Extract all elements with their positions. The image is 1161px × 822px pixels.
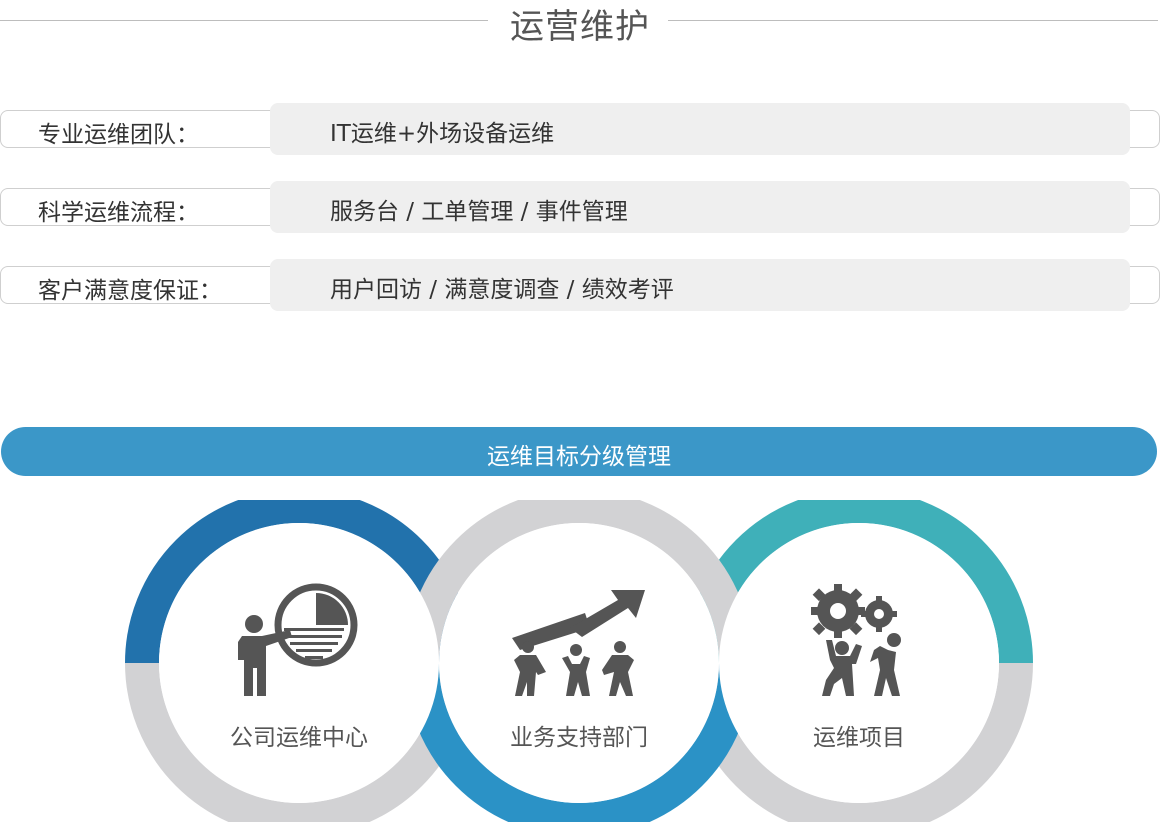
ring-business-center <box>439 523 719 803</box>
page-title: 运营维护 <box>510 7 650 47</box>
rings-svg <box>125 489 1033 822</box>
ring-company-center <box>159 523 439 803</box>
rings-diagram: 公司运维中心 业务支持部门 运维项目 <box>0 489 1161 822</box>
info-row-process: 科学运维流程： 服务台 / 工单管理 / 事件管理 <box>0 181 1161 233</box>
ring-project-center <box>719 523 999 803</box>
info-label-process: 科学运维流程： <box>38 200 199 226</box>
management-banner: 运维目标分级管理 <box>1 427 1157 476</box>
info-label-team: 专业运维团队： <box>38 122 199 148</box>
section-header: 运营维护 <box>0 0 1161 47</box>
info-value-process: 服务台 / 工单管理 / 事件管理 <box>330 199 628 225</box>
info-value-box: 服务台 / 工单管理 / 事件管理 <box>270 181 1130 233</box>
banner-text: 运维目标分级管理 <box>487 444 671 470</box>
info-label-satisfaction: 客户满意度保证： <box>38 278 222 304</box>
info-row-satisfaction: 客户满意度保证： 用户回访 / 满意度调查 / 绩效考评 <box>0 259 1161 311</box>
info-row-team: 专业运维团队： IT运维+外场设备运维 <box>0 103 1161 155</box>
info-value-box: IT运维+外场设备运维 <box>270 103 1130 155</box>
info-value-team: IT运维+外场设备运维 <box>330 121 555 147</box>
circle-label-company: 公司运维中心 <box>230 725 368 751</box>
circle-label-business: 业务支持部门 <box>510 725 648 751</box>
circle-label-project: 运维项目 <box>813 725 905 751</box>
info-value-satisfaction: 用户回访 / 满意度调查 / 绩效考评 <box>330 277 674 303</box>
title-right-rule <box>668 20 1158 21</box>
title-left-rule <box>0 20 488 21</box>
info-value-box: 用户回访 / 满意度调查 / 绩效考评 <box>270 259 1130 311</box>
